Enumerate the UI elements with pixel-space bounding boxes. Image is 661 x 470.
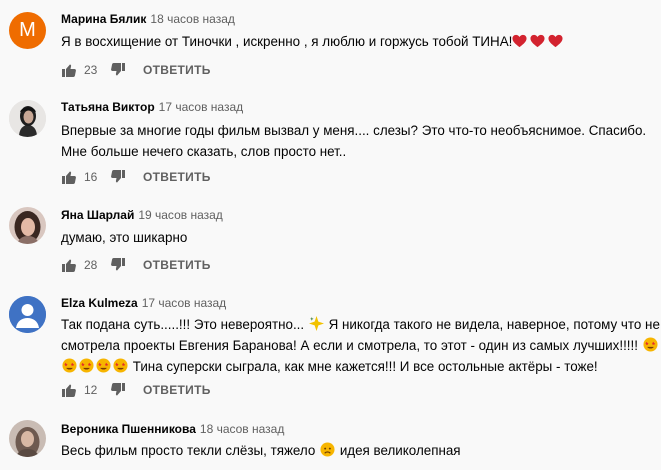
- comment-line: думаю, это шикарно: [61, 230, 188, 245]
- comment-time[interactable]: 18 часов назад: [200, 422, 284, 436]
- heart-icon: [530, 34, 545, 48]
- star-struck-emoji-icon: [96, 358, 111, 373]
- avatar-photo: [9, 207, 46, 244]
- comment-line: Я в восхищение от Тиночки , искренно , я…: [61, 34, 513, 49]
- comment-line: идея великолепная: [339, 443, 461, 458]
- author-name[interactable]: Татьяна Виктор: [61, 100, 155, 114]
- thumbs-down-icon[interactable]: [110, 257, 126, 273]
- thumbs-up-icon[interactable]: [61, 257, 77, 273]
- comment-header: Яна Шарлай 19 часов назад: [61, 208, 223, 222]
- star-struck-emoji-icon: [79, 358, 94, 373]
- thumbs-down-icon[interactable]: [110, 169, 126, 185]
- reply-button[interactable]: ОТВЕТИТЬ: [143, 258, 211, 272]
- author-name[interactable]: Вероника Пшенникова: [61, 422, 196, 436]
- author-name[interactable]: Яна Шарлай: [61, 208, 134, 222]
- comment-text: Так подана суть.....!!! Это невероятно..…: [61, 314, 660, 377]
- avatar-photo: [9, 420, 46, 457]
- avatar[interactable]: [9, 207, 46, 244]
- comment-actions: 12 ОТВЕТИТЬ: [61, 382, 211, 398]
- sad-face-emoji-icon: [320, 442, 335, 457]
- comment-actions: 28 ОТВЕТИТЬ: [61, 257, 211, 273]
- thumbs-down-icon[interactable]: [110, 62, 126, 78]
- comment-header: Вероника Пшенникова 18 часов назад: [61, 422, 284, 436]
- comment-line: Впервые за многие годы фильм вызвал у ме…: [61, 123, 647, 138]
- thumbs-down-icon[interactable]: [110, 382, 126, 398]
- comment-text: Впервые за многие годы фильм вызвал у ме…: [61, 120, 653, 162]
- avatar-photo: [9, 100, 46, 137]
- thumbs-up-icon[interactable]: [61, 169, 77, 185]
- comment-actions: 23 ОТВЕТИТЬ: [61, 62, 211, 78]
- thumbs-up-icon[interactable]: [61, 62, 77, 78]
- heart-icon: [548, 34, 563, 48]
- comment-line: Мне больше нечего сказать, слов просто н…: [61, 144, 347, 159]
- comment-line: Весь фильм просто текли слёзы, тяжело: [61, 443, 316, 458]
- like-count: 12: [84, 383, 98, 397]
- heart-icon: [512, 34, 527, 48]
- like-count: 16: [84, 170, 98, 184]
- author-name[interactable]: Elza Kulmeza: [61, 296, 138, 310]
- comment-line: Я никогда такого не видела, наверное, по…: [328, 317, 660, 332]
- like-count: 23: [84, 63, 98, 77]
- comment-time[interactable]: 18 часов назад: [150, 12, 234, 26]
- comment-text: думаю, это шикарно: [61, 227, 653, 248]
- default-user-icon: [9, 296, 46, 333]
- comment-header: Татьяна Виктор 17 часов назад: [61, 100, 243, 114]
- avatar[interactable]: [9, 420, 46, 457]
- comment-actions: 16 ОТВЕТИТЬ: [61, 169, 211, 185]
- sparkle-icon: [309, 316, 324, 331]
- comment-text: Весь фильм просто текли слёзы, тяжело ид…: [61, 440, 653, 461]
- thumbs-up-icon[interactable]: [61, 382, 77, 398]
- avatar[interactable]: М: [9, 12, 46, 49]
- avatar[interactable]: [9, 100, 46, 137]
- comment-time[interactable]: 17 часов назад: [142, 296, 226, 310]
- comment-line: Так подана суть.....!!! Это невероятно..…: [61, 317, 305, 332]
- comment-line: смотрела проекты Евгения Баранова! А есл…: [61, 338, 638, 353]
- comment-time[interactable]: 17 часов назад: [159, 100, 243, 114]
- author-name[interactable]: Марина Бялик: [61, 12, 146, 26]
- reply-button[interactable]: ОТВЕТИТЬ: [143, 63, 211, 77]
- avatar[interactable]: [9, 296, 46, 333]
- comment-header: Elza Kulmeza 17 часов назад: [61, 296, 226, 310]
- like-count: 28: [84, 258, 98, 272]
- comment-header: Марина Бялик 18 часов назад: [61, 12, 235, 26]
- comment-line: Тина суперски сыграла, как мне кажется!!…: [132, 359, 598, 374]
- comment-time[interactable]: 19 часов назад: [138, 208, 222, 222]
- comment-text: Я в восхищение от Тиночки , искренно , я…: [61, 31, 653, 52]
- star-struck-emoji-icon: [113, 358, 128, 373]
- reply-button[interactable]: ОТВЕТИТЬ: [143, 170, 211, 184]
- reply-button[interactable]: ОТВЕТИТЬ: [143, 383, 211, 397]
- star-struck-emoji-icon: [62, 358, 77, 373]
- star-struck-emoji-icon: [643, 337, 658, 352]
